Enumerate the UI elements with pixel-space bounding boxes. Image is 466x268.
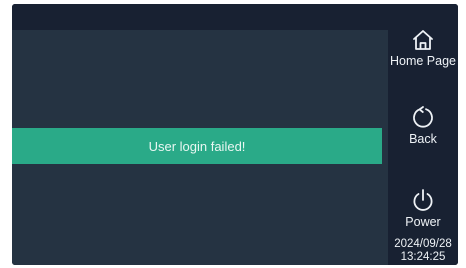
top-bar bbox=[12, 4, 388, 30]
main-panel: User login failed! bbox=[12, 30, 388, 265]
date-time-display: 2024/09/28 13:24:25 bbox=[388, 238, 458, 264]
sidebar: Home Page Back Power 2024/09/28 13:24:25 bbox=[388, 4, 458, 265]
back-arrow-icon bbox=[410, 104, 436, 130]
back-button[interactable]: Back bbox=[388, 104, 458, 146]
power-icon bbox=[410, 187, 436, 213]
home-page-button[interactable]: Home Page bbox=[388, 28, 458, 68]
banner-message: User login failed! bbox=[148, 138, 246, 154]
date-text: 2024/09/28 bbox=[394, 238, 452, 250]
time-text: 13:24:25 bbox=[400, 251, 446, 263]
home-page-label: Home Page bbox=[389, 54, 456, 68]
back-label: Back bbox=[409, 132, 437, 146]
login-failed-banner: User login failed! bbox=[12, 128, 382, 164]
power-label: Power bbox=[405, 215, 441, 229]
screen: User login failed! Home Page Back Power … bbox=[12, 4, 458, 265]
home-icon bbox=[411, 28, 435, 52]
power-button[interactable]: Power bbox=[388, 187, 458, 229]
